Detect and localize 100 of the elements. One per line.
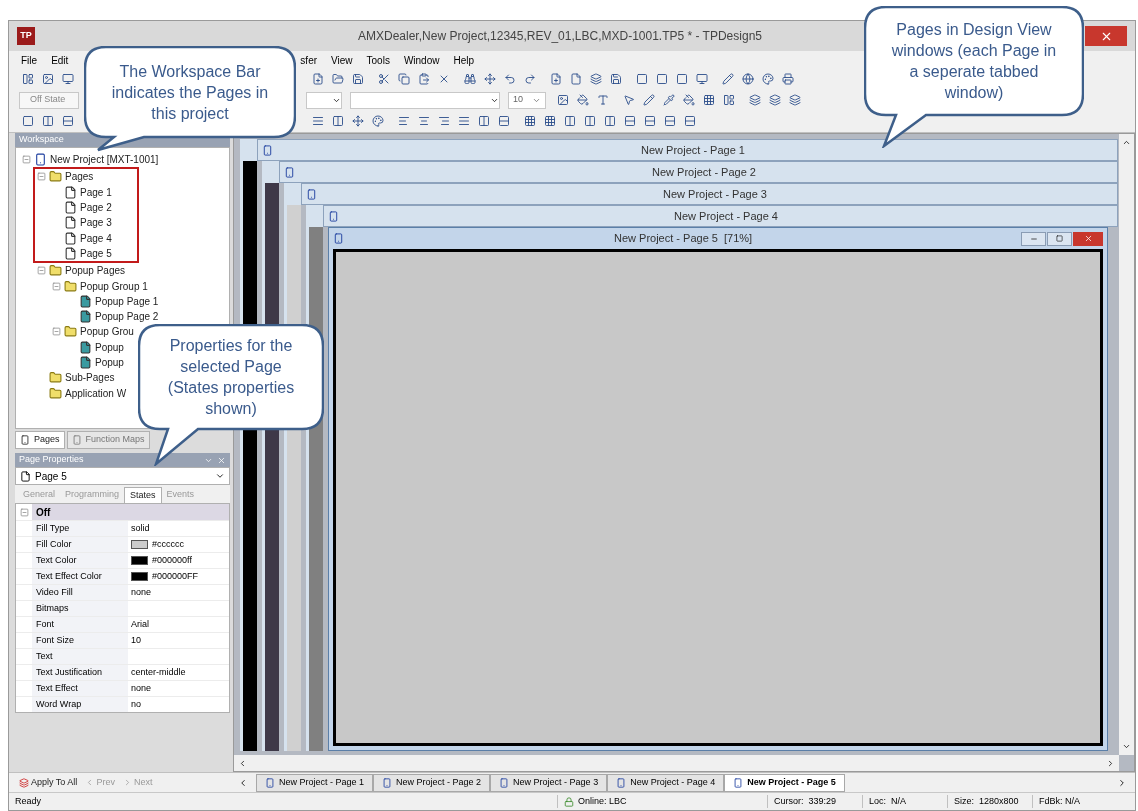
popup-page-icon <box>79 294 92 308</box>
align-center-icon <box>418 115 430 127</box>
toolbar-button[interactable] <box>779 70 797 88</box>
property-name: Text Justification <box>32 665 128 680</box>
tree-item[interactable]: Popup Page 1 <box>95 293 159 309</box>
property-tab[interactable]: States <box>124 487 162 503</box>
horizontal-scrollbar[interactable] <box>234 755 1119 771</box>
callout-text: Pages in Design View windows (each Page in a seperate tabbed window) <box>890 20 1058 103</box>
property-value[interactable]: #000000ff <box>152 553 192 568</box>
property-value[interactable]: none <box>131 585 152 600</box>
tree-item[interactable]: Page 2 <box>80 200 112 216</box>
property-value[interactable]: 10 <box>131 633 141 648</box>
document-tab[interactable]: New Project - Page 1 <box>256 773 374 792</box>
window-titlebar[interactable]: New Project - Page 3 <box>301 183 1118 205</box>
menu-item[interactable]: Tools <box>366 52 390 68</box>
toolbar-button[interactable] <box>719 70 737 88</box>
menu-item[interactable]: Window <box>403 52 440 68</box>
property-value[interactable]: no <box>131 697 141 712</box>
folder-icon <box>49 386 62 400</box>
monitor-icon <box>696 73 708 85</box>
globe-icon <box>742 73 754 85</box>
tree-item[interactable]: Popup Page 2 <box>95 309 159 325</box>
page-icon <box>570 73 582 85</box>
rows-icon <box>624 115 636 127</box>
menu-item[interactable]: sfer <box>300 52 318 68</box>
device-icon <box>499 777 510 788</box>
tree-item[interactable]: Popup <box>95 355 124 370</box>
menu-item[interactable]: View <box>331 52 353 68</box>
pencil-icon <box>643 94 655 106</box>
toolbar-button[interactable] <box>640 91 658 109</box>
window-titlebar[interactable]: New Project - Page 2 <box>279 161 1118 183</box>
tree-item[interactable]: Page 3 <box>80 215 112 231</box>
document-tab[interactable]: New Project - Page 2 <box>373 773 491 792</box>
property-value[interactable]: none <box>131 681 152 696</box>
property-name: Fill Type <box>32 521 128 536</box>
window-title: New Project - Page 5 [71%] <box>614 231 753 247</box>
square-icon <box>676 73 688 85</box>
tree-item[interactable]: Popup Pages <box>65 263 126 279</box>
panel-tab[interactable]: Function Maps <box>66 431 150 449</box>
font-name-field[interactable] <box>350 91 500 109</box>
toolbar-button[interactable] <box>395 70 413 88</box>
tree-item[interactable]: Pages <box>65 169 94 185</box>
grid-icon <box>544 115 556 127</box>
tree-item[interactable]: Sub-Pages <box>65 370 115 386</box>
tree-item[interactable]: Page 4 <box>80 230 112 246</box>
toolbar-button[interactable] <box>786 91 804 109</box>
toolbar-button[interactable] <box>369 112 387 130</box>
columns-icon <box>604 115 616 127</box>
tree-item[interactable]: Page 1 <box>80 184 112 200</box>
undo-icon <box>504 73 516 85</box>
status-text: FdBk: N/A <box>1032 794 1135 809</box>
pencil-icon <box>722 73 734 85</box>
property-value[interactable]: Arial <box>131 617 149 632</box>
scroll-right-icon[interactable] <box>1117 777 1127 788</box>
tree-item[interactable]: Popup <box>95 339 124 355</box>
toolbar-button[interactable] <box>766 91 784 109</box>
tree-item[interactable]: Application W <box>65 385 127 401</box>
restore-icon <box>1056 235 1063 242</box>
state-combo[interactable]: Off State <box>19 91 79 109</box>
menu-item[interactable]: Help <box>453 52 475 68</box>
toolbar-button[interactable] <box>746 91 764 109</box>
toolbar-button[interactable] <box>739 70 757 88</box>
new-file-icon <box>550 73 562 85</box>
document-tab[interactable]: New Project - Page 5 <box>724 773 845 792</box>
toolbar-button[interactable] <box>587 70 605 88</box>
tree-item[interactable]: Popup Group 1 <box>80 278 148 294</box>
window-titlebar[interactable]: New Project - Page 1 <box>257 139 1118 161</box>
toolbar-button[interactable] <box>574 91 592 109</box>
page-selector[interactable]: Page 5 <box>15 467 230 485</box>
menu-item[interactable]: Edit <box>51 52 69 68</box>
scroll-left-icon[interactable] <box>238 777 248 788</box>
font-size-field[interactable]: 10 <box>508 91 546 109</box>
rows-icon <box>62 115 74 127</box>
document-tab[interactable]: New Project - Page 3 <box>490 773 608 792</box>
palette-icon <box>762 73 774 85</box>
pointer-icon <box>623 94 635 106</box>
page-window[interactable]: New Project - Page 5 [71%] <box>328 227 1108 751</box>
window-titlebar[interactable]: New Project - Page 4 <box>323 205 1118 227</box>
property-value[interactable]: #000000FF <box>152 569 199 584</box>
menu-item[interactable]: File <box>21 52 38 68</box>
close-button[interactable] <box>1073 231 1103 246</box>
tree-item[interactable]: Page 5 <box>80 245 112 261</box>
align-left-icon <box>398 115 410 127</box>
folder-icon <box>49 264 62 278</box>
tree-item[interactable]: Popup Grou <box>80 324 134 340</box>
status-text: Size: 1280x800 <box>947 794 1032 809</box>
property-value[interactable]: solid <box>131 521 150 536</box>
toolbar-button[interactable] <box>680 91 698 109</box>
tree-item[interactable]: New Project [MXT-1001] <box>50 152 159 168</box>
property-value[interactable]: #cccccc <box>152 537 184 552</box>
panel-tab[interactable]: Pages <box>15 431 65 449</box>
dropdown-field[interactable] <box>306 91 342 109</box>
vertical-scrollbar[interactable] <box>1119 134 1134 755</box>
document-tab[interactable]: New Project - Page 4 <box>607 773 725 792</box>
property-value[interactable]: center-middle <box>131 665 186 680</box>
device-icon <box>382 777 393 788</box>
panel-title: Workspace <box>19 133 64 147</box>
toolbar-button[interactable] <box>759 70 777 88</box>
footer-button[interactable]: Apply To All <box>19 775 78 790</box>
lock-icon <box>564 796 574 807</box>
